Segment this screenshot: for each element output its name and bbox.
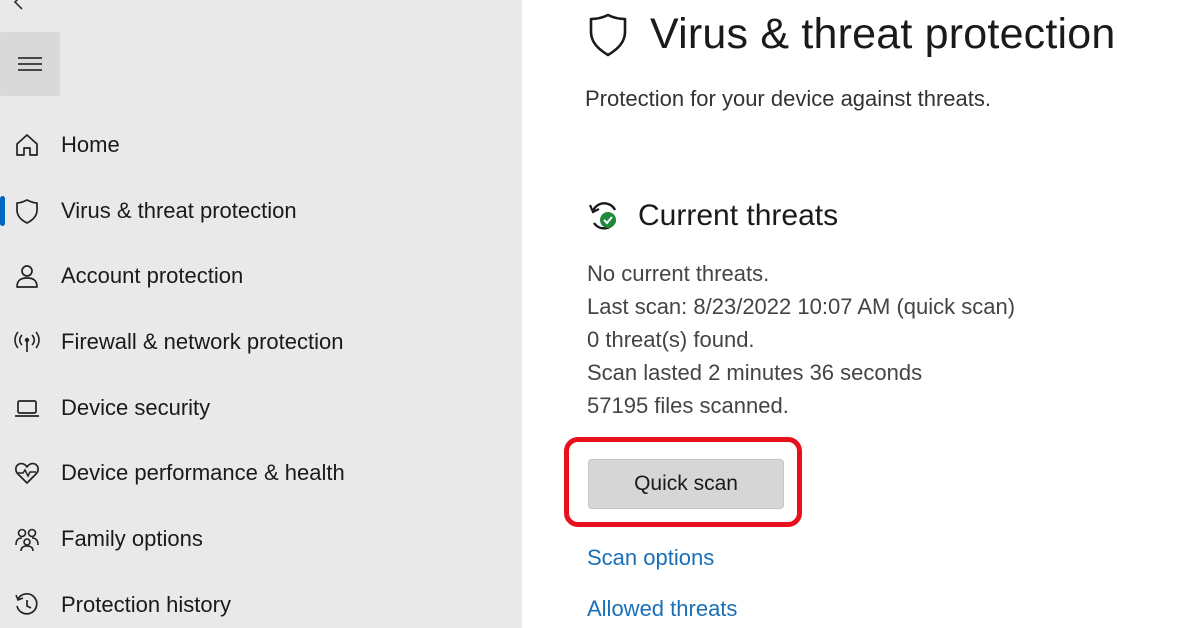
home-icon [12,130,42,160]
scan-duration-text: Scan lasted 2 minutes 36 seconds [587,360,923,385]
current-threats-header: Current threats [586,198,838,234]
sidebar-item-device-security[interactable]: Device security [0,375,522,441]
page-title: Virus & threat protection [650,10,1116,58]
sidebar-item-firewall[interactable]: Firewall & network protection [0,309,522,375]
back-arrow-icon [13,0,23,10]
heart-pulse-icon [12,458,42,488]
scan-status: No current threats. Last scan: 8/23/2022… [587,257,1015,422]
sidebar-item-account-protection[interactable]: Account protection [0,243,522,309]
sidebar-item-family-options[interactable]: Family options [0,506,522,572]
threat-status-text: No current threats. [587,261,770,286]
quick-scan-button[interactable]: Quick scan [588,459,784,509]
sidebar-item-label: Account protection [61,263,244,289]
family-icon [12,524,42,554]
sidebar-item-label: Family options [61,525,203,551]
sidebar-item-home[interactable]: Home [0,112,522,178]
sidebar-item-label: Home [61,131,120,157]
sidebar-nav: Home Virus & threat protection Account p… [0,112,522,628]
shield-icon [12,196,42,226]
shield-icon [589,13,627,56]
allowed-threats-link[interactable]: Allowed threats [587,596,737,622]
refresh-check-icon [588,202,617,230]
wifi-antenna-icon [12,327,42,357]
sidebar-item-virus-threat-protection[interactable]: Virus & threat protection [0,178,522,244]
person-icon [12,261,42,291]
main-content: Virus & threat protection Protection for… [522,0,1196,628]
sidebar-item-protection-history[interactable]: Protection history [0,572,522,628]
sidebar-item-label: Protection history [61,591,231,617]
page-header: Virus & threat protection [586,10,1116,59]
files-scanned-text: 57195 files scanned. [587,393,789,418]
sidebar-item-device-performance[interactable]: Device performance & health [0,440,522,506]
history-icon [12,590,42,620]
last-scan-text: Last scan: 8/23/2022 10:07 AM (quick sca… [587,294,1016,319]
sidebar-item-label: Device performance & health [61,460,345,486]
scan-options-link[interactable]: Scan options [587,545,714,571]
windows-security-window: Home Virus & threat protection Account p… [0,0,1196,628]
active-indicator [0,195,5,226]
back-button[interactable] [0,0,40,16]
sidebar-item-label: Virus & threat protection [61,197,297,223]
page-subtitle: Protection for your device against threa… [585,86,991,111]
hamburger-icon [18,57,42,71]
sidebar-item-label: Firewall & network protection [61,328,344,354]
section-title: Current threats [638,199,839,232]
sidebar-item-label: Device security [61,394,211,420]
threats-found-text: 0 threat(s) found. [587,327,755,352]
laptop-icon [12,393,42,423]
sidebar: Home Virus & threat protection Account p… [0,0,522,628]
menu-toggle-button[interactable] [0,32,60,96]
